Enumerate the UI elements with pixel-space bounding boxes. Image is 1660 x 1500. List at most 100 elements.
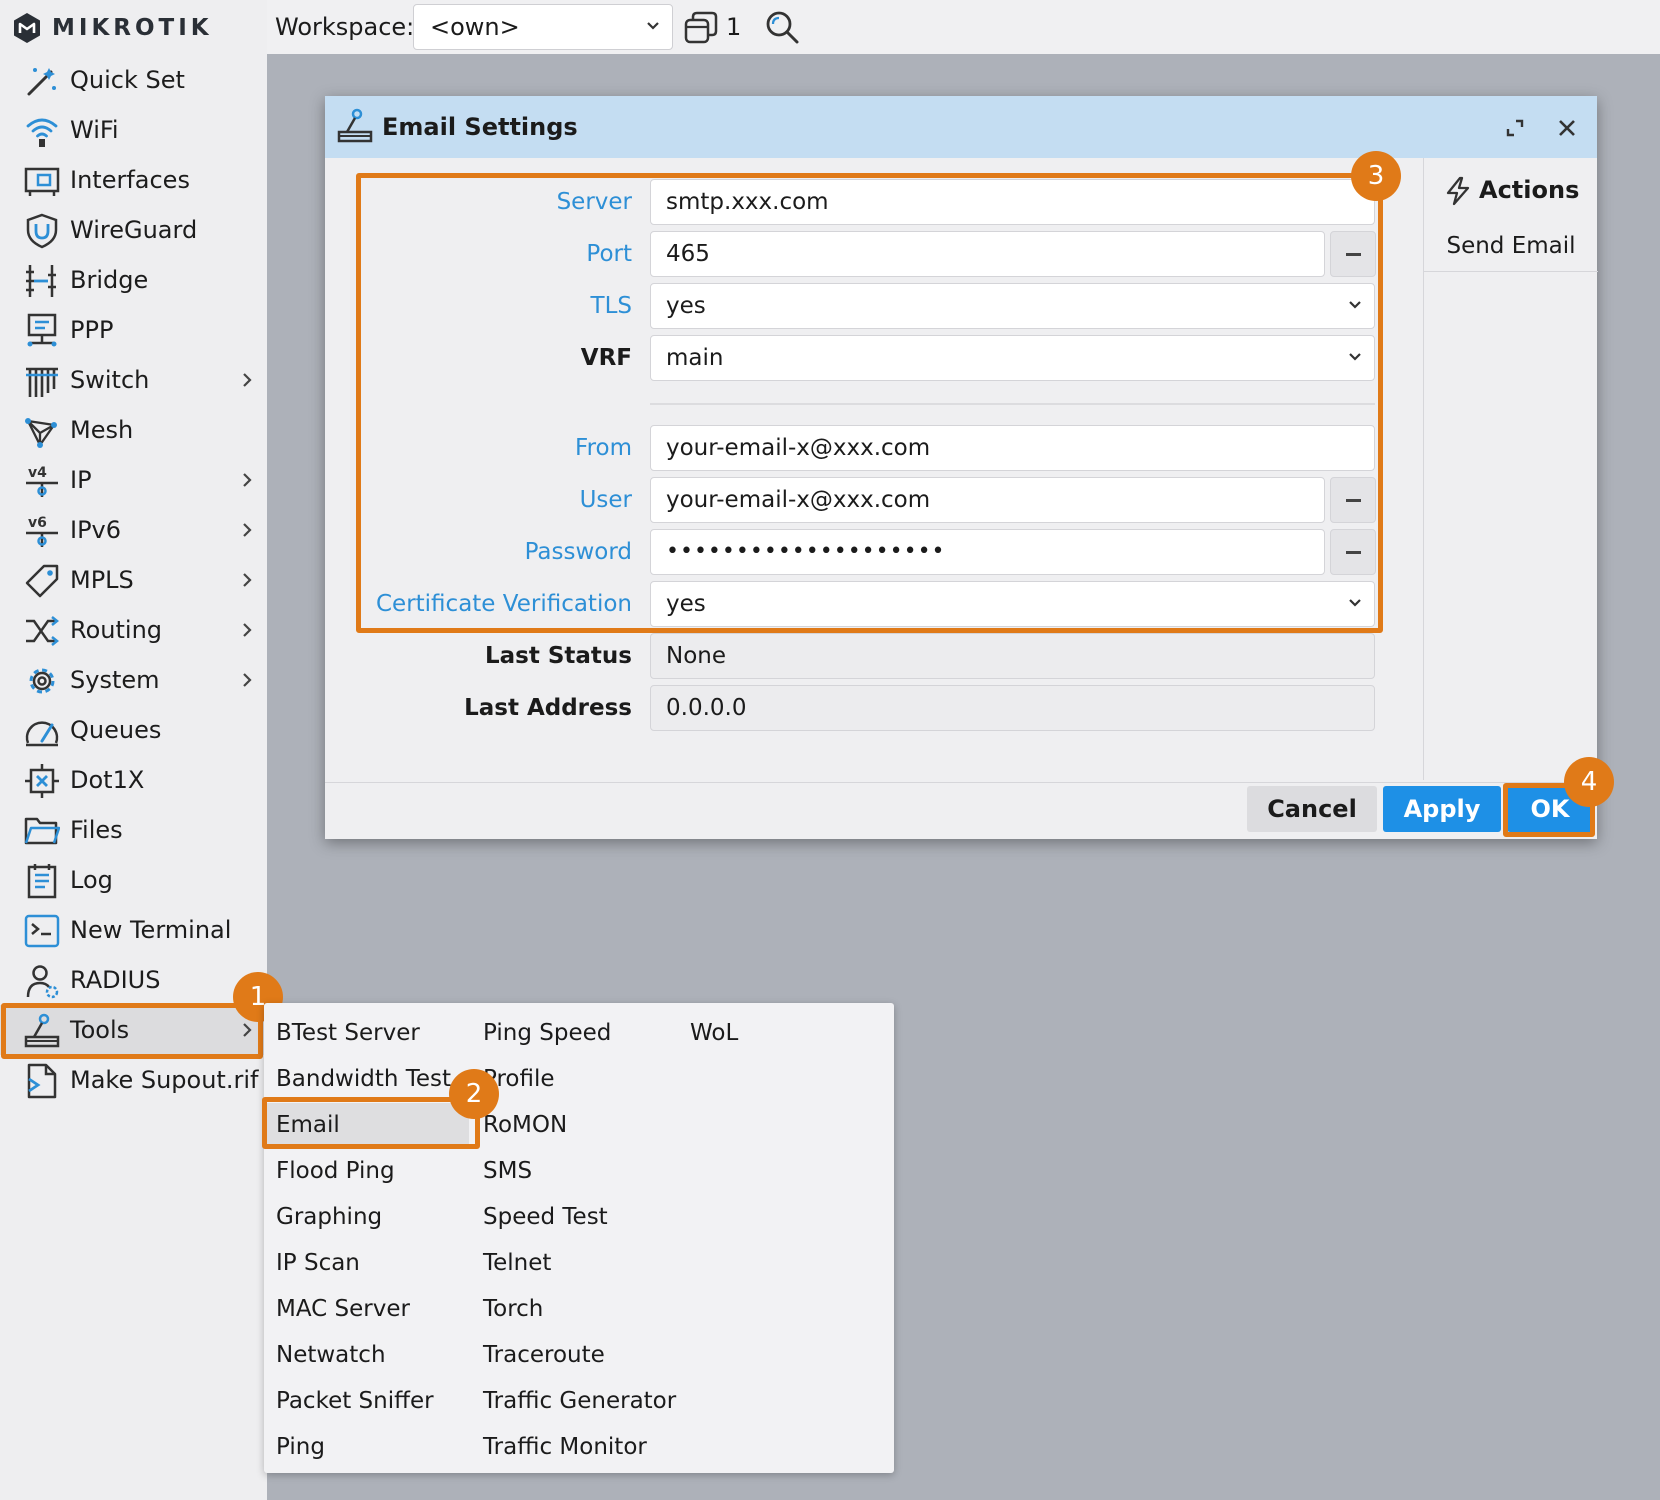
sidebar-item-tools[interactable]: Tools	[0, 1005, 267, 1055]
chevron-right-icon	[243, 373, 252, 387]
workspace-value: <own>	[430, 13, 520, 41]
sidebar-item-label: Quick Set	[70, 66, 185, 94]
gear-icon	[29, 668, 55, 694]
expand-icon[interactable]	[1500, 113, 1530, 143]
dialog-header[interactable]: Email Settings	[325, 96, 1597, 158]
sidebar-item-quick-set[interactable]: Quick Set	[0, 55, 267, 105]
wifi-icon	[26, 118, 58, 147]
password-input[interactable]: ••••••••••••••••••••	[650, 529, 1325, 575]
last-address-field: 0.0.0.0	[650, 685, 1375, 731]
tls-row: TLS yes	[325, 283, 1375, 329]
sidebar-item-label: IP	[70, 466, 92, 494]
sidebar-item-routing[interactable]: Routing	[0, 605, 267, 655]
menu-item-traffic-monitor[interactable]: Traffic Monitor	[471, 1425, 676, 1469]
menu-item-btest-server[interactable]: BTest Server	[264, 1011, 469, 1055]
sidebar-item-interfaces[interactable]: Interfaces	[0, 155, 267, 205]
password-value: ••••••••••••••••••••	[666, 539, 946, 564]
sidebar-item-label: RADIUS	[70, 966, 161, 994]
menu-item-speed-test[interactable]: Speed Test	[471, 1195, 676, 1239]
workspace-select[interactable]: <own>	[413, 4, 673, 50]
cancel-button[interactable]: Cancel	[1247, 786, 1377, 832]
sidebar-item-queues[interactable]: Queues	[0, 705, 267, 755]
from-label: From	[575, 435, 632, 461]
sidebar-item-ipv6[interactable]: v6 IPv6	[0, 505, 267, 555]
sidebar-item-label: Routing	[70, 616, 163, 644]
tls-value: yes	[666, 293, 706, 319]
terminal-icon	[24, 914, 60, 948]
step-3-badge: 3	[1351, 151, 1401, 201]
mpls-icon	[25, 564, 59, 598]
dialog-footer: Cancel Apply OK	[325, 782, 1597, 839]
server-label: Server	[556, 189, 632, 215]
menu-item-email[interactable]: Email	[264, 1103, 469, 1147]
menu-item-traceroute[interactable]: Traceroute	[471, 1333, 676, 1377]
sidebar-item-label: WiFi	[70, 116, 119, 144]
menu-item-wol[interactable]: WoL	[678, 1011, 883, 1055]
last-status-row: Last Status None	[325, 633, 1375, 679]
password-label: Password	[524, 539, 632, 565]
user-input[interactable]: your-email-x@xxx.com	[650, 477, 1325, 523]
vrf-select[interactable]: main	[650, 335, 1375, 381]
menu-item-mac-server[interactable]: MAC Server	[264, 1287, 469, 1331]
apply-button[interactable]: Apply	[1383, 786, 1501, 832]
log-icon	[27, 864, 57, 899]
queues-icon	[25, 721, 59, 747]
port-input[interactable]: 465	[650, 231, 1325, 277]
menu-item-romon[interactable]: RoMON	[471, 1103, 676, 1147]
port-remove-button[interactable]	[1330, 231, 1376, 277]
sidebar-item-dot1x[interactable]: Dot1X	[0, 755, 267, 805]
password-remove-button[interactable]	[1330, 529, 1376, 575]
menu-item-torch[interactable]: Torch	[471, 1287, 676, 1331]
sidebar-item-wireguard[interactable]: WireGuard	[0, 205, 267, 255]
menu-item-profile[interactable]: Profile	[471, 1057, 676, 1101]
svg-text:v4: v4	[28, 465, 47, 481]
menu-item-traffic-generator[interactable]: Traffic Generator	[471, 1379, 676, 1423]
mesh-icon	[25, 418, 57, 448]
sidebar-item-system[interactable]: System	[0, 655, 267, 705]
sidebar-item-label: New Terminal	[70, 916, 232, 944]
user-label: User	[579, 487, 632, 513]
windows-icon[interactable]	[683, 10, 719, 46]
menu-item-sms[interactable]: SMS	[471, 1149, 676, 1193]
menu-item-bandwidth-test[interactable]: Bandwidth Test	[264, 1057, 469, 1101]
port-label: Port	[586, 241, 632, 267]
menu-item-telnet[interactable]: Telnet	[471, 1241, 676, 1285]
ppp-icon	[27, 313, 57, 347]
user-remove-button[interactable]	[1330, 477, 1376, 523]
sidebar-item-mesh[interactable]: Mesh	[0, 405, 267, 455]
user-value: your-email-x@xxx.com	[666, 487, 931, 513]
sidebar-item-switch[interactable]: Switch	[0, 355, 267, 405]
send-email-action[interactable]: Send Email	[1424, 220, 1598, 272]
sidebar-item-files[interactable]: Files	[0, 805, 267, 855]
from-input[interactable]: your-email-x@xxx.com	[650, 425, 1375, 471]
close-icon[interactable]	[1552, 113, 1582, 143]
sidebar-item-make-supout[interactable]: Make Supout.rif	[0, 1055, 267, 1105]
menu-item-packet-sniffer[interactable]: Packet Sniffer	[264, 1379, 469, 1423]
sidebar-item-label: Files	[70, 816, 123, 844]
search-icon[interactable]	[764, 9, 800, 45]
sidebar-item-bridge[interactable]: Bridge	[0, 255, 267, 305]
menu-item-ping-speed[interactable]: Ping Speed	[471, 1011, 676, 1055]
chevron-right-icon	[243, 473, 252, 487]
sidebar-item-ppp[interactable]: PPP	[0, 305, 267, 355]
tls-select[interactable]: yes	[650, 283, 1375, 329]
menu-item-ping[interactable]: Ping	[264, 1425, 469, 1469]
menu-item-ip-scan[interactable]: IP Scan	[264, 1241, 469, 1285]
ip-icon: v4	[26, 465, 58, 497]
sidebar-item-radius[interactable]: RADIUS	[0, 955, 267, 1005]
cert-verification-row: Certificate Verification yes	[325, 581, 1375, 627]
server-input[interactable]: smtp.xxx.com	[650, 179, 1375, 225]
switch-icon	[26, 367, 58, 397]
menu-item-netwatch[interactable]: Netwatch	[264, 1333, 469, 1377]
dialog-title: Email Settings	[382, 113, 578, 141]
sidebar-item-wifi[interactable]: WiFi	[0, 105, 267, 155]
sidebar-item-label: Interfaces	[70, 166, 190, 194]
sidebar-item-mpls[interactable]: MPLS	[0, 555, 267, 605]
menu-item-graphing[interactable]: Graphing	[264, 1195, 469, 1239]
sidebar-item-ip[interactable]: v4 IP	[0, 455, 267, 505]
cert-verification-select[interactable]: yes	[650, 581, 1375, 627]
menu-item-flood-ping[interactable]: Flood Ping	[264, 1149, 469, 1193]
sidebar-item-log[interactable]: Log	[0, 855, 267, 905]
sidebar-item-label: MPLS	[70, 566, 134, 594]
sidebar-item-new-terminal[interactable]: New Terminal	[0, 905, 267, 955]
